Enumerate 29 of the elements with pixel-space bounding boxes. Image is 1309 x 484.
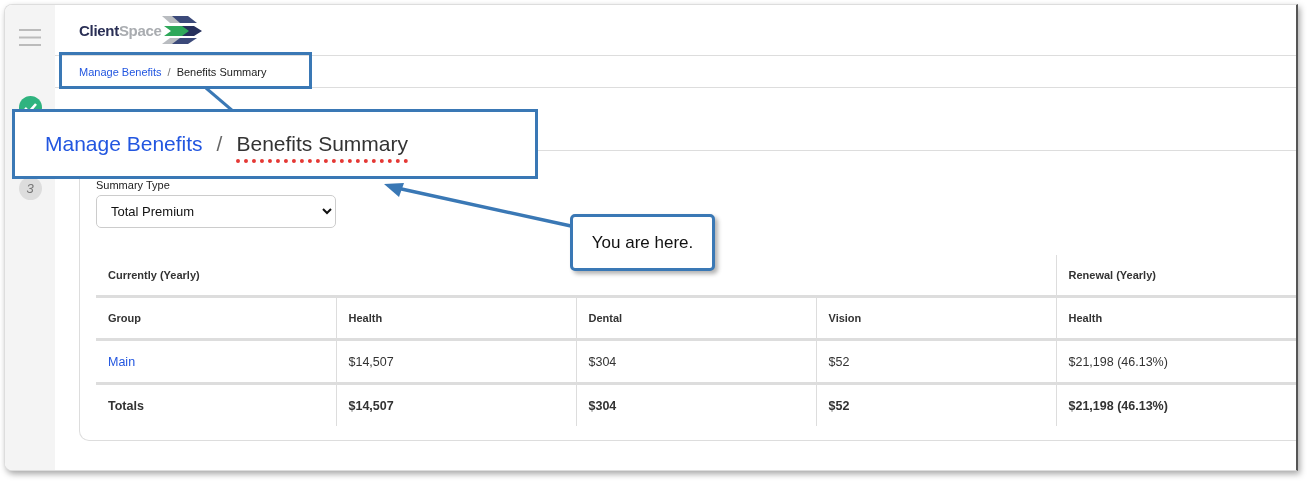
column-header: Vision xyxy=(816,296,1056,340)
table-cell: $304 xyxy=(576,383,816,426)
column-header: Health xyxy=(336,296,576,340)
field-label: Summary Type xyxy=(96,179,171,191)
check-icon[interactable] xyxy=(18,96,42,109)
breadcrumb-current: Benefits Summary xyxy=(176,65,267,78)
breadcrumb-separator: / xyxy=(216,132,223,156)
group-link[interactable]: Main xyxy=(108,354,136,369)
table-cell: $14,507 xyxy=(336,383,576,426)
table-cell: $52 xyxy=(816,383,1056,426)
table-cell: $21,198 (46.13%) xyxy=(1056,383,1296,426)
breadcrumb-separator: / xyxy=(167,65,171,78)
breadcrumb-link[interactable]: Manage Benefits xyxy=(79,65,162,78)
group-header: Renewal (Yearly) xyxy=(1056,255,1296,297)
zoomed-breadcrumb-current: Benefits Summary xyxy=(236,132,408,156)
table-cell: $14,507 xyxy=(336,339,576,384)
column-header: Dental xyxy=(576,296,816,340)
table-cell: $52 xyxy=(816,339,1056,384)
summary-type-select[interactable]: Total Premium xyxy=(96,195,336,228)
table-cell: $21,198 (46.13%) xyxy=(1056,339,1296,384)
callout-box: You are here. xyxy=(570,214,715,271)
table-cell: Totals xyxy=(96,383,336,426)
table-cell: $304 xyxy=(576,339,816,384)
step-number[interactable]: 3 xyxy=(18,177,42,200)
logo-text: ClientSpace xyxy=(79,21,162,39)
menu-icon[interactable] xyxy=(19,29,41,46)
column-header: Health xyxy=(1056,296,1296,340)
column-header: Group xyxy=(96,296,336,340)
chevron-logo-icon xyxy=(161,15,202,45)
